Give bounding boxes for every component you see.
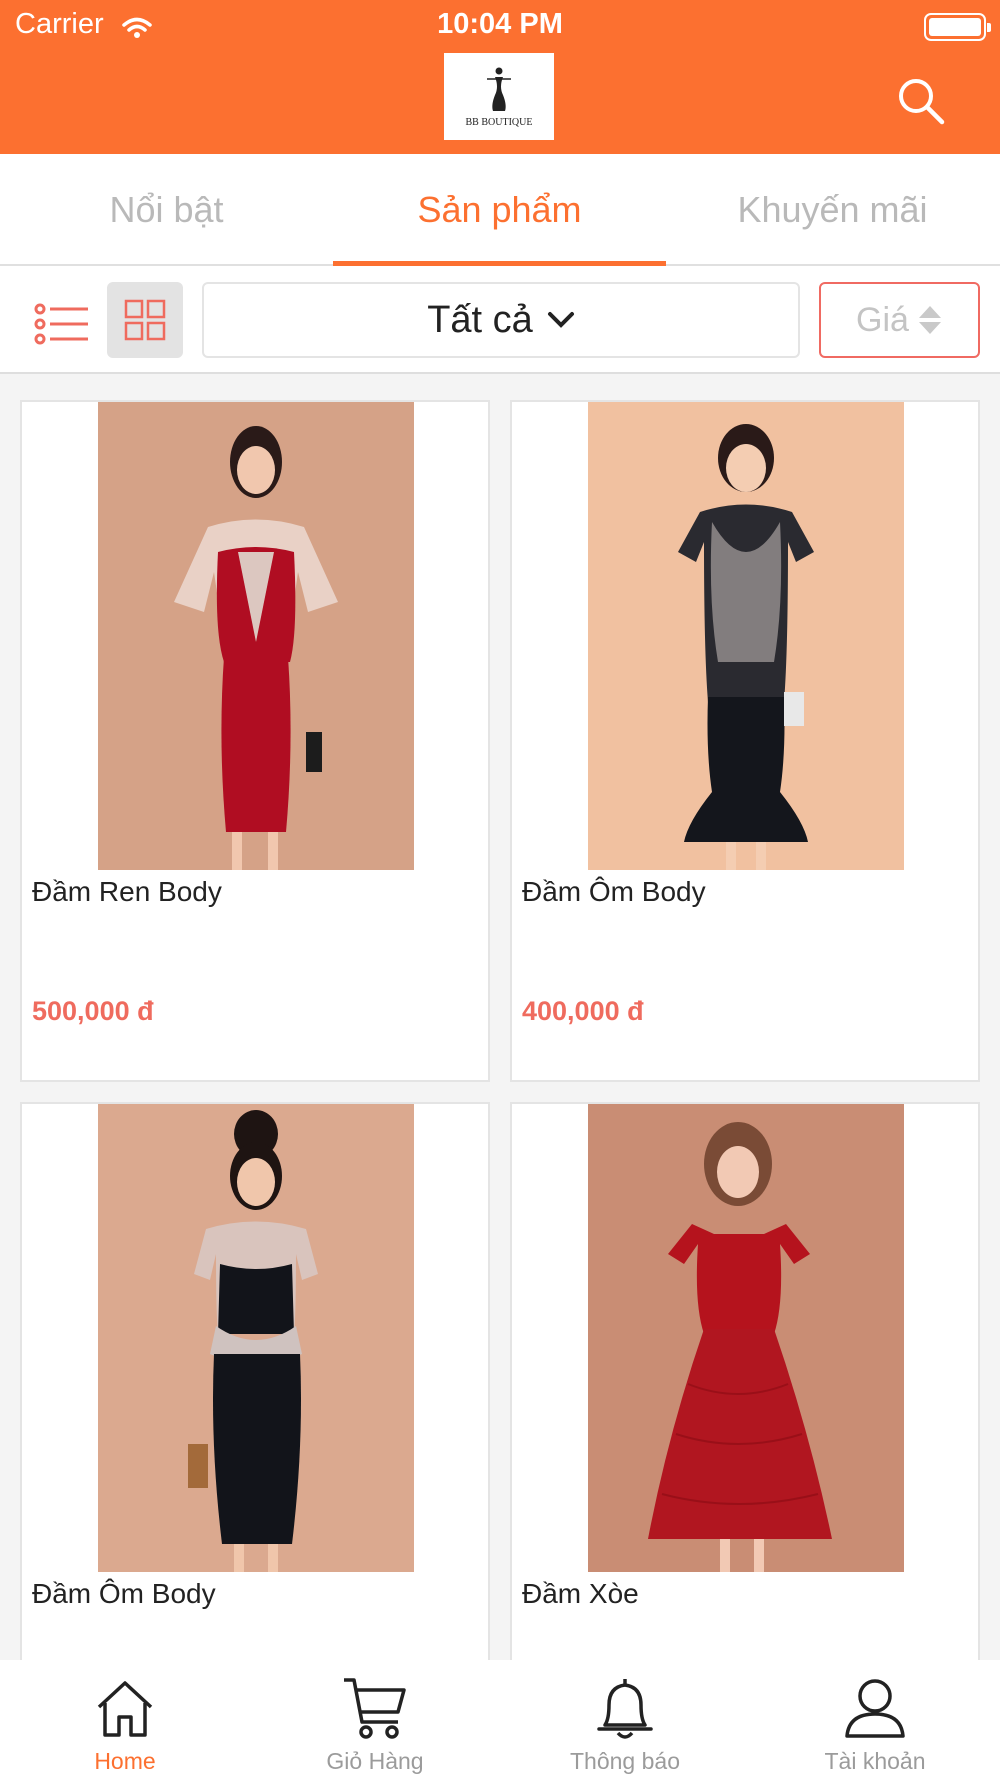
nav-cart[interactable]: Giỏ Hàng — [250, 1660, 500, 1778]
product-image — [588, 1104, 904, 1572]
dress-logo-icon — [487, 67, 511, 111]
filter-bar: Tất cả Giá — [0, 266, 1000, 374]
sort-icon — [917, 304, 943, 336]
home-icon — [97, 1681, 153, 1737]
logo-text: BB BOUTIQUE — [465, 117, 533, 128]
product-image — [98, 1104, 414, 1572]
status-time: 10:04 PM — [437, 8, 563, 40]
battery-icon — [924, 13, 991, 41]
product-price: 500,000 đ — [32, 996, 154, 1026]
nav-notifications[interactable]: Thông báo — [500, 1660, 750, 1778]
nav-account[interactable]: Tài khoản — [750, 1660, 1000, 1778]
price-sort-label: Giá — [856, 300, 909, 339]
product-card[interactable]: Đầm Ôm Body — [20, 1102, 490, 1702]
search-icon — [899, 79, 945, 125]
product-name: Đầm Xòe — [522, 1578, 639, 1609]
nav-notifications-label: Thông báo — [570, 1748, 680, 1774]
bottom-nav: Home Giỏ Hàng Thông báo Tài khoản — [0, 1660, 1000, 1778]
product-image — [98, 402, 414, 870]
tab-products[interactable]: Sản phẩm — [333, 154, 666, 266]
product-name: Đầm Ôm Body — [32, 1578, 216, 1609]
nav-home[interactable]: Home — [0, 1660, 250, 1778]
category-dropdown[interactable]: Tất cả — [202, 282, 800, 358]
price-sort-button[interactable]: Giá — [819, 282, 980, 358]
chevron-down-icon — [547, 310, 575, 330]
tab-promotions[interactable]: Khuyến mãi — [666, 154, 999, 266]
tab-featured[interactable]: Nổi bật — [0, 154, 333, 266]
search-button[interactable] — [896, 76, 948, 128]
cart-icon — [344, 1678, 406, 1739]
product-image — [588, 402, 904, 870]
product-card[interactable]: Đầm Ôm Body 400,000 đ — [510, 400, 980, 1082]
list-view-icon — [34, 303, 88, 345]
grid-view-icon — [124, 299, 166, 341]
app-screen: Carrier 10:04 PM BB BOUTIQUE Nổi bật Sản… — [0, 0, 1000, 1778]
category-value: Tất cả — [427, 298, 533, 341]
product-name: Đầm Ren Body — [32, 876, 222, 907]
product-name: Đầm Ôm Body — [522, 876, 706, 907]
status-bar: Carrier 10:04 PM — [0, 8, 1000, 44]
nav-account-label: Tài khoản — [824, 1748, 926, 1774]
product-card[interactable]: Đầm Xòe — [510, 1102, 980, 1702]
header: Carrier 10:04 PM BB BOUTIQUE — [0, 0, 1000, 154]
top-tabs: Nổi bật Sản phẩm Khuyến mãi — [0, 154, 1000, 266]
user-icon — [845, 1679, 905, 1738]
grid-view-button[interactable] — [107, 282, 183, 358]
nav-home-label: Home — [94, 1748, 156, 1774]
bell-icon — [597, 1679, 653, 1739]
list-view-button[interactable] — [30, 286, 94, 362]
product-card[interactable]: Đầm Ren Body 500,000 đ — [20, 400, 490, 1082]
brand-logo[interactable]: BB BOUTIQUE — [444, 53, 554, 140]
nav-cart-label: Giỏ Hàng — [326, 1748, 424, 1774]
product-price: 400,000 đ — [522, 996, 644, 1026]
